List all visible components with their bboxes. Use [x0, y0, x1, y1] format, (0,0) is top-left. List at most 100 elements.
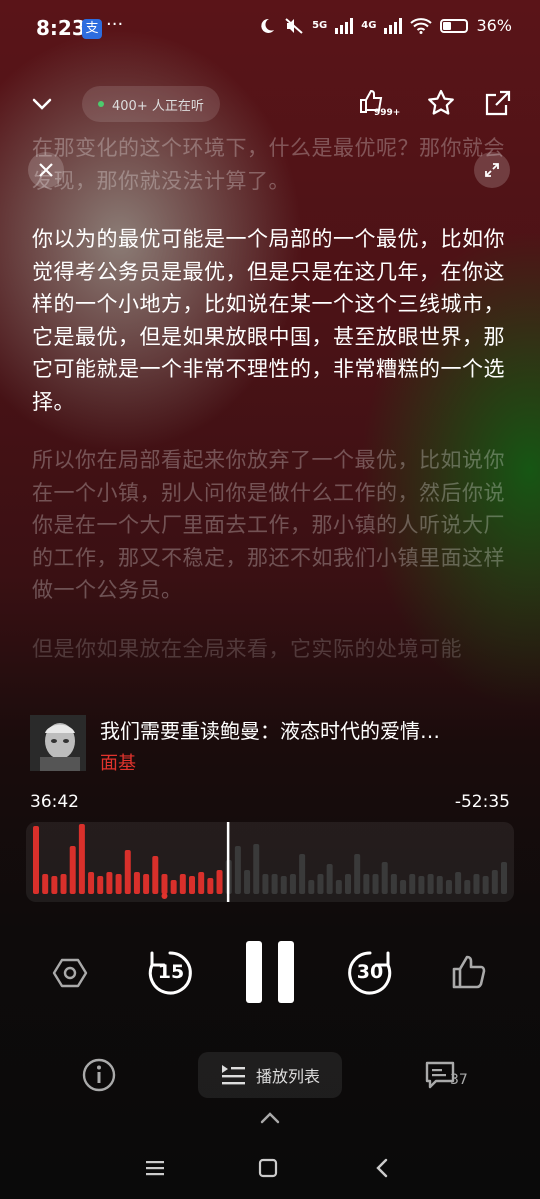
- waveform-bar: [216, 870, 223, 894]
- live-dot-icon: [98, 101, 104, 107]
- forward-30-button[interactable]: 30: [344, 947, 396, 999]
- episode-title[interactable]: 我们需要重读鲍曼：液态时代的爱情…: [100, 715, 510, 744]
- home-icon[interactable]: [257, 1157, 279, 1179]
- close-icon: [39, 163, 53, 177]
- waveform-bar: [409, 874, 416, 894]
- share-rank-button[interactable]: 999+: [356, 86, 400, 124]
- waveform-bar: [143, 874, 150, 894]
- wifi-icon: [410, 17, 433, 34]
- comment-count: 37: [450, 1072, 468, 1088]
- waveform-bar: [400, 880, 407, 894]
- more-notifications-icon: ···: [106, 14, 124, 35]
- recent-apps-icon[interactable]: [144, 1158, 166, 1178]
- track-info[interactable]: 我们需要重读鲍曼：液态时代的爱情… 面基: [30, 713, 510, 775]
- bottom-actions: 播放列表 37: [0, 1052, 540, 1102]
- alipay-notification-icon: 支: [82, 19, 102, 39]
- waveform-bar: [363, 874, 370, 894]
- waveform-bar: [354, 854, 361, 894]
- comments-button[interactable]: 37: [424, 1060, 474, 1094]
- waveform-bar: [161, 874, 168, 894]
- expand-transcript-button[interactable]: [474, 152, 510, 188]
- waveform-bar: [244, 870, 251, 894]
- waveform-bar: [473, 874, 480, 894]
- battery-percent: 36%: [476, 16, 512, 35]
- waveform-scrubber[interactable]: [26, 822, 514, 902]
- mute-icon: [285, 17, 303, 34]
- chevron-up-icon: [260, 1112, 280, 1124]
- waveform-bars: [33, 822, 507, 902]
- speed-settings-button[interactable]: [52, 955, 88, 991]
- share-icon[interactable]: [484, 89, 512, 117]
- waveform-bar: [262, 874, 269, 894]
- waveform-bar: [152, 856, 159, 894]
- waveform-bar: [482, 876, 489, 894]
- rewind-seconds: 15: [157, 961, 185, 983]
- waveform-bar: [390, 874, 397, 894]
- transcript-paragraph-current: 你以为的最优可能是一个局部的一个最优，比如你觉得考公务员是最优，但是只是在这几年…: [32, 227, 505, 414]
- playlist-label: 播放列表: [255, 1067, 320, 1086]
- playlist-icon: [221, 1065, 245, 1085]
- hexagon-settings-icon: [52, 958, 88, 988]
- waveform-bar: [271, 874, 278, 894]
- collapse-chevron-icon[interactable]: [30, 92, 54, 116]
- signal-icon-4g: [384, 17, 403, 34]
- podcast-author[interactable]: 面基: [100, 749, 136, 775]
- waveform-bar: [381, 862, 388, 894]
- transcript-paragraph-upcoming: 但是你如果放在全局来看，它实际的处境可能: [32, 636, 462, 661]
- clock: 8:23: [36, 16, 86, 40]
- waveform-bar: [179, 874, 186, 894]
- transcript-paragraph-next: 所以你在局部看起来你放弃了一个最优，比如说你在一个小镇，别人问你是做什么工作的，…: [32, 448, 505, 602]
- back-icon[interactable]: [372, 1157, 392, 1179]
- waveform-bar: [234, 846, 241, 894]
- waveform-bar: [106, 872, 113, 894]
- waveform-bar: [69, 846, 76, 894]
- waveform-bar: [317, 874, 324, 894]
- waveform-bar: [97, 876, 104, 894]
- network-4g-label: 4G: [361, 20, 377, 31]
- waveform-bar: [78, 824, 85, 894]
- transcript-panel[interactable]: 在那变化的这个环境下，什么是最优呢？那你就会发现，那你就没法计算了。 你以为的最…: [32, 136, 510, 702]
- like-button[interactable]: [450, 953, 488, 991]
- transcript-paragraph-previous: 在那变化的这个环境下，什么是最优呢？那你就会发现，那你就没法计算了。: [32, 136, 505, 193]
- waveform-bar: [418, 876, 425, 894]
- waveform-bar: [33, 826, 39, 894]
- pause-button[interactable]: [240, 939, 300, 1005]
- playhead[interactable]: [226, 822, 230, 902]
- playback-controls: 15 30: [0, 935, 540, 1015]
- waveform-bar: [51, 876, 58, 894]
- waveform-bar: [280, 876, 287, 894]
- waveform-bar: [253, 844, 260, 894]
- elapsed-time: 36:42: [30, 792, 79, 812]
- waveform-bar: [115, 874, 122, 894]
- expand-more-chevron[interactable]: [258, 1108, 282, 1132]
- episode-cover-image[interactable]: [30, 715, 86, 771]
- waveform-bar: [133, 872, 140, 894]
- waveform-bar: [436, 876, 443, 894]
- waveform-bar: [124, 850, 131, 894]
- waveform-bar: [372, 874, 379, 894]
- waveform-bar: [335, 880, 342, 894]
- progress-times: 36:42 -52:35: [30, 792, 510, 812]
- waveform-bar: [289, 874, 296, 894]
- player-header: 400+ 人正在听 999+: [0, 84, 540, 126]
- playlist-button[interactable]: 播放列表: [198, 1052, 342, 1098]
- battery-icon: [440, 18, 469, 33]
- waveform-bar: [455, 872, 462, 894]
- share-count-badge: 999+: [374, 108, 401, 118]
- waveform-bar: [501, 862, 507, 894]
- pause-icon: [246, 941, 294, 1003]
- bookmark-marker: [161, 893, 168, 899]
- forward-seconds: 30: [356, 961, 384, 983]
- rewind-15-button[interactable]: 15: [144, 947, 196, 999]
- system-navigation-bar: [0, 1150, 540, 1190]
- favorite-star-icon[interactable]: [426, 88, 456, 118]
- close-transcript-button[interactable]: [28, 152, 64, 188]
- info-icon[interactable]: [82, 1058, 116, 1092]
- listeners-count: 400+ 人正在听: [112, 98, 204, 114]
- waveform-bar: [326, 864, 333, 894]
- waveform-bar: [42, 874, 49, 894]
- expand-icon: [485, 163, 499, 177]
- do-not-disturb-icon: [261, 18, 275, 33]
- thumbs-up-icon: [452, 955, 486, 989]
- waveform-bar: [345, 874, 351, 894]
